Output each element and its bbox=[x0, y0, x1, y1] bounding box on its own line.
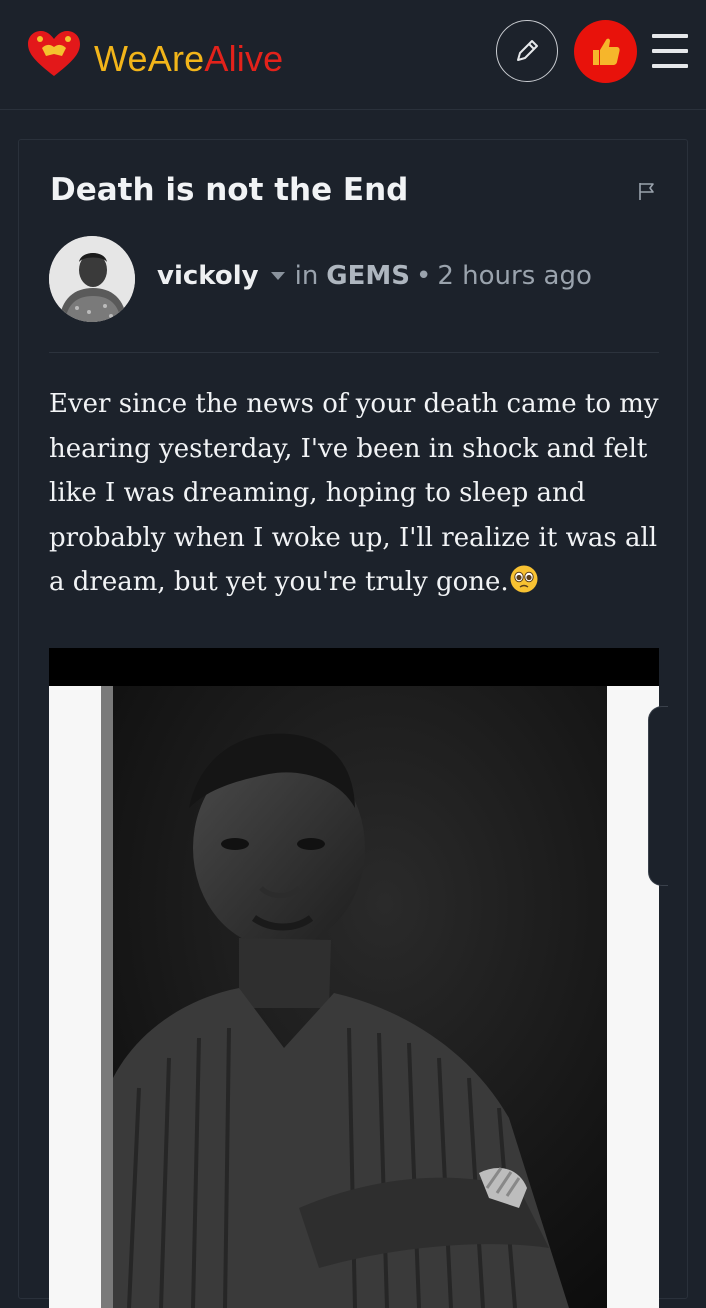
thumbs-up-icon bbox=[592, 38, 620, 65]
portrait-photo bbox=[49, 648, 659, 1308]
in-label: in bbox=[294, 261, 319, 291]
separator-dot: • bbox=[416, 261, 432, 291]
community-link[interactable]: GEMS bbox=[326, 261, 410, 291]
author-avatar[interactable] bbox=[49, 236, 135, 322]
brand-are: Are bbox=[147, 38, 205, 79]
post-time: 2 hours ago bbox=[437, 261, 592, 291]
author-name[interactable]: vickoly bbox=[157, 261, 259, 291]
post-meta: vickoly in GEMS • 2 hours ago bbox=[157, 261, 592, 291]
menu-line bbox=[652, 49, 688, 53]
post-body: Ever since the news of your death came t… bbox=[49, 382, 661, 605]
top-bar: WeAreAlive bbox=[0, 0, 706, 110]
menu-line bbox=[652, 34, 688, 38]
post-card: Death is not the End vickoly in GEMS • 2… bbox=[18, 139, 688, 1308]
caret-down-icon[interactable] bbox=[270, 272, 285, 280]
post-title: Death is not the End bbox=[50, 172, 409, 208]
side-drawer-tab[interactable] bbox=[648, 706, 668, 886]
post-body-text: Ever since the news of your death came t… bbox=[49, 389, 659, 597]
divider bbox=[49, 352, 659, 353]
brand-wordmark[interactable]: WeAreAlive bbox=[94, 36, 283, 82]
pleading-face-emoji-icon bbox=[510, 565, 538, 593]
brand-we: We bbox=[94, 38, 148, 79]
menu-line bbox=[652, 64, 688, 68]
post-image[interactable] bbox=[49, 648, 659, 1308]
write-post-button[interactable] bbox=[496, 20, 558, 82]
heart-logo-icon[interactable] bbox=[26, 30, 82, 78]
avatar-image bbox=[49, 236, 135, 322]
pencil-icon bbox=[517, 40, 538, 61]
brand-alive: Alive bbox=[204, 38, 284, 79]
flag-icon[interactable] bbox=[637, 181, 657, 201]
vote-button[interactable] bbox=[574, 20, 637, 83]
hamburger-menu-icon[interactable] bbox=[652, 34, 690, 68]
